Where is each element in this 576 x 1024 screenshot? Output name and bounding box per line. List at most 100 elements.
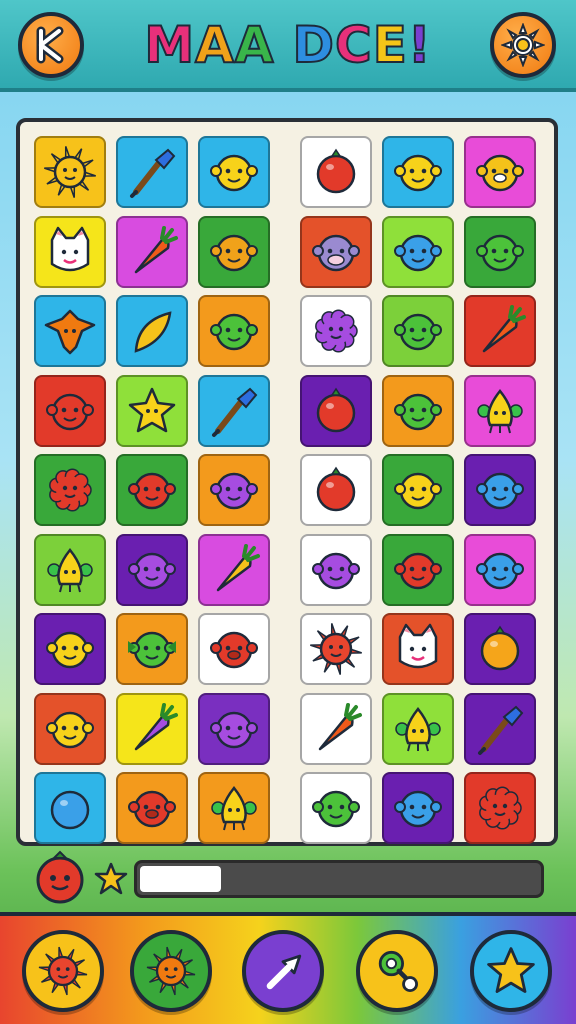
leaf-icon bbox=[134, 311, 172, 353]
red-sun-icon bbox=[38, 946, 88, 996]
game-tile[interactable] bbox=[198, 692, 270, 765]
progress-row bbox=[0, 850, 576, 906]
title-letter: D bbox=[291, 15, 335, 75]
green-face-icon bbox=[394, 393, 442, 430]
title-letter: A bbox=[234, 15, 275, 75]
game-tile[interactable] bbox=[300, 374, 372, 447]
star-icon bbox=[487, 947, 535, 993]
game-tile[interactable] bbox=[116, 215, 188, 288]
game-tile[interactable] bbox=[198, 533, 270, 606]
carrot-icon bbox=[318, 702, 362, 750]
bat-icon bbox=[44, 309, 96, 355]
game-tile[interactable] bbox=[116, 295, 188, 367]
game-tile[interactable] bbox=[198, 454, 270, 526]
game-tile[interactable] bbox=[198, 136, 270, 208]
game-tile[interactable] bbox=[382, 374, 454, 447]
game-tile[interactable] bbox=[382, 772, 454, 844]
game-tile[interactable] bbox=[34, 374, 106, 447]
game-tile[interactable] bbox=[116, 533, 188, 606]
orange-sun-icon bbox=[146, 946, 196, 996]
game-tile[interactable] bbox=[464, 692, 536, 765]
yellow-star-icon bbox=[128, 387, 176, 432]
cat-icon bbox=[50, 226, 90, 271]
game-tile[interactable] bbox=[34, 613, 106, 685]
game-tile[interactable] bbox=[198, 215, 270, 288]
game-tile[interactable] bbox=[198, 374, 270, 447]
game-tile[interactable] bbox=[198, 772, 270, 844]
game-tile[interactable] bbox=[116, 454, 188, 526]
purple-fluff-icon bbox=[315, 309, 358, 353]
game-tile[interactable] bbox=[464, 772, 536, 844]
game-tile[interactable] bbox=[34, 215, 106, 288]
game-tile[interactable] bbox=[34, 136, 106, 208]
game-tile[interactable] bbox=[116, 374, 188, 447]
green-face-icon bbox=[210, 313, 258, 351]
game-tile[interactable] bbox=[116, 136, 188, 208]
game-tile[interactable] bbox=[300, 692, 372, 765]
red-ball-icon bbox=[316, 148, 356, 194]
red-ball-icon bbox=[316, 466, 356, 512]
back-arrow-icon bbox=[36, 26, 64, 64]
game-tile[interactable] bbox=[464, 533, 536, 606]
game-tile[interactable] bbox=[300, 136, 372, 208]
red-face-icon bbox=[128, 472, 176, 510]
game-tile[interactable] bbox=[198, 613, 270, 685]
game-tile[interactable] bbox=[382, 533, 454, 606]
game-tile[interactable] bbox=[464, 454, 536, 526]
star-powerup-button[interactable] bbox=[470, 930, 552, 1012]
game-tile[interactable] bbox=[464, 295, 536, 367]
yellow-drop-icon bbox=[47, 547, 93, 592]
red-dog-icon bbox=[128, 790, 176, 828]
game-tile[interactable] bbox=[34, 772, 106, 844]
brush-icon bbox=[212, 387, 258, 437]
game-tile[interactable] bbox=[382, 692, 454, 765]
game-tile[interactable] bbox=[464, 215, 536, 288]
title-letter: M bbox=[143, 15, 196, 75]
red-fluff-icon bbox=[479, 786, 522, 830]
arrow-icon bbox=[266, 954, 302, 990]
title-letter bbox=[274, 16, 292, 74]
game-tile[interactable] bbox=[300, 295, 372, 367]
game-tile[interactable] bbox=[464, 136, 536, 208]
settings-button[interactable] bbox=[490, 12, 556, 78]
title-letter: E bbox=[372, 15, 408, 75]
game-tile[interactable] bbox=[198, 295, 270, 367]
game-tile[interactable] bbox=[382, 136, 454, 208]
game-tile[interactable] bbox=[382, 613, 454, 685]
game-tile[interactable] bbox=[464, 374, 536, 447]
game-tile[interactable] bbox=[300, 533, 372, 606]
game-tile[interactable] bbox=[300, 772, 372, 844]
green-face-icon bbox=[476, 234, 524, 271]
game-tile[interactable] bbox=[464, 613, 536, 685]
orange-ball-icon bbox=[480, 625, 520, 671]
game-tile[interactable] bbox=[300, 454, 372, 526]
target-red-ball-icon bbox=[36, 850, 84, 904]
arrow-powerup-button[interactable] bbox=[242, 930, 324, 1012]
swap-powerup-button[interactable] bbox=[356, 930, 438, 1012]
game-tile[interactable] bbox=[116, 772, 188, 844]
game-tile[interactable] bbox=[382, 295, 454, 367]
orange-face-icon bbox=[210, 234, 258, 271]
yellow-face-icon bbox=[394, 472, 442, 510]
yellow-face-icon bbox=[210, 154, 258, 192]
game-tile[interactable] bbox=[34, 692, 106, 765]
game-tile[interactable] bbox=[116, 613, 188, 685]
green-bat-icon bbox=[128, 631, 176, 669]
game-tile[interactable] bbox=[382, 454, 454, 526]
game-tile[interactable] bbox=[116, 692, 188, 765]
sun-powerup-button[interactable] bbox=[22, 930, 104, 1012]
title-letter: ! bbox=[407, 15, 432, 75]
flower-powerup-button[interactable] bbox=[130, 930, 212, 1012]
cow-icon bbox=[312, 234, 360, 271]
game-tile[interactable] bbox=[300, 613, 372, 685]
yellow-face-icon bbox=[46, 631, 94, 669]
game-tile[interactable] bbox=[34, 454, 106, 526]
yellow-carrot-icon bbox=[216, 543, 260, 591]
game-tile[interactable] bbox=[34, 295, 106, 367]
game-tile[interactable] bbox=[382, 215, 454, 288]
game-tile[interactable] bbox=[34, 533, 106, 606]
back-button[interactable] bbox=[18, 12, 84, 78]
red-ball-icon bbox=[316, 387, 356, 432]
game-tile[interactable] bbox=[300, 215, 372, 288]
dog-icon bbox=[476, 154, 524, 192]
